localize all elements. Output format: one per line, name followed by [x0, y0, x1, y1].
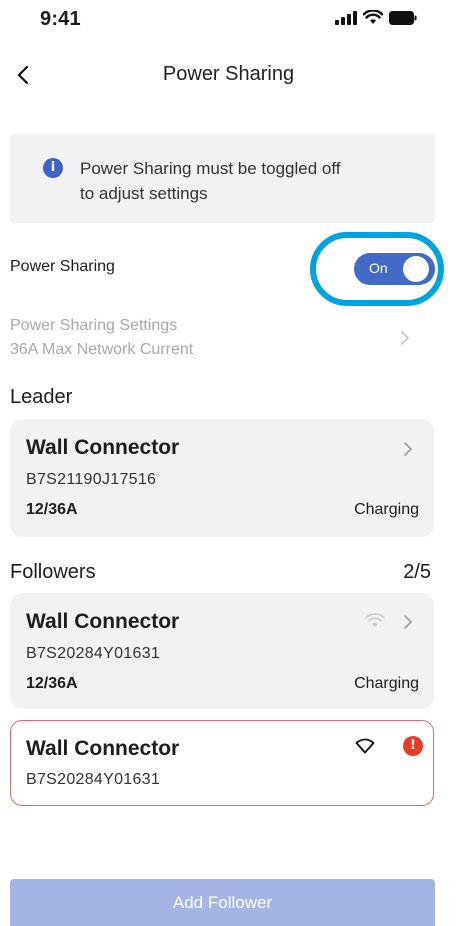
info-icon: i — [43, 158, 63, 178]
cellular-signal-icon — [335, 10, 357, 25]
info-banner-text: Power Sharing must be toggled off to adj… — [80, 156, 410, 206]
leader-card-title: Wall Connector — [26, 436, 180, 459]
wifi-weak-icon — [365, 613, 385, 627]
chevron-right-icon — [404, 615, 413, 629]
leader-current: 12/36A — [26, 501, 78, 518]
settings-subtitle: 36A Max Network Current — [10, 341, 194, 358]
leader-serial: B7S21190J17516 — [26, 471, 157, 488]
follower-card-error[interactable] — [10, 720, 434, 806]
leader-status: Charging — [354, 501, 419, 518]
followers-heading: Followers — [10, 561, 96, 583]
info-banner-line2: to adjust settings — [80, 184, 208, 203]
follower-card-title: Wall Connector — [26, 610, 180, 633]
wifi-disconnected-icon — [355, 738, 375, 754]
follower-serial: B7S20284Y01631 — [26, 645, 161, 662]
leader-heading: Leader — [10, 386, 73, 408]
follower-current: 12/36A — [26, 675, 78, 692]
chevron-right-icon — [401, 331, 410, 345]
alert-icon: ! — [403, 736, 423, 756]
wifi-status-icon — [363, 10, 383, 24]
settings-title: Power Sharing Settings — [10, 317, 178, 334]
status-time: 9:41 — [40, 8, 81, 30]
follower-serial: B7S20284Y01631 — [26, 771, 161, 788]
follower-card-title: Wall Connector — [26, 737, 180, 760]
followers-count: 2/5 — [403, 561, 431, 583]
power-sharing-label: Power Sharing — [10, 258, 115, 275]
follower-status: Charging — [354, 675, 419, 692]
toggle-state-label: On — [369, 260, 388, 276]
status-icons — [335, 10, 417, 25]
page-title: Power Sharing — [162, 63, 295, 85]
info-banner-line1: Power Sharing must be toggled off — [80, 159, 341, 178]
toggle-knob — [403, 256, 429, 282]
battery-icon — [389, 10, 417, 25]
chevron-right-icon — [404, 442, 413, 456]
add-follower-button[interactable]: Add Follower — [10, 879, 435, 926]
